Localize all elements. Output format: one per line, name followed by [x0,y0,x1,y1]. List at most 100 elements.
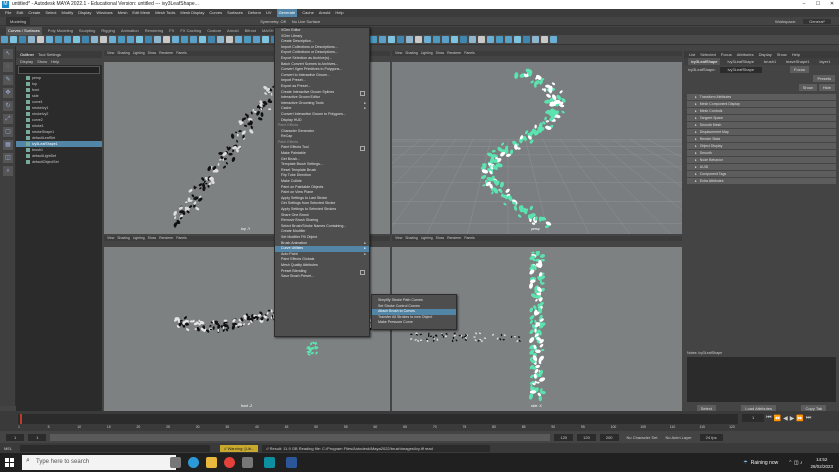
shelf-tool-icon[interactable] [433,36,440,43]
range-end-field[interactable]: 120 [554,433,574,441]
shelf-tool-icon[interactable] [262,36,269,43]
range-end3-field[interactable]: 200 [599,433,619,441]
shelf-tool-icon[interactable] [64,36,71,43]
show-button[interactable]: Show [798,84,817,91]
shelf-tool-icon[interactable] [478,36,485,43]
menu-curves[interactable]: Curves [209,9,222,17]
attr-node-tab[interactable]: ivy3LeafShape [688,58,721,65]
attr-section[interactable]: ▸ Extra Attributes [687,178,836,184]
go-end-icon[interactable]: ⏭ [806,415,811,422]
curve-utilities-item[interactable]: Make Pressure Curve [372,320,456,326]
shelf-tool-icon[interactable] [226,36,233,43]
shelf-tool-icon[interactable] [496,36,503,43]
attr-menu-focus[interactable]: Focus [721,51,732,58]
taskbar-search-input[interactable]: Type here to search [22,455,176,470]
shelf-tab-1[interactable]: Poly Modeling [48,27,73,35]
shelf-tool-icon[interactable] [100,36,107,43]
shelf-tool-icon[interactable] [55,36,62,43]
attr-section[interactable]: ▸ Smooth [687,150,836,156]
shelf-tool-icon[interactable] [541,36,548,43]
menu-edit-mesh[interactable]: Edit Mesh [132,9,150,17]
generate-menu-item[interactable]: Save Brush Preset... [275,274,369,280]
shelf-tab-10[interactable]: Bifrost [245,27,256,35]
outliner-item[interactable]: defaultObjectSet [16,159,102,165]
anim-layer-selector[interactable]: No Anim Layer [665,435,691,440]
layout-single-icon[interactable]: ▢ [3,127,13,137]
shelf-tab-0[interactable]: Curves / Surfaces [6,27,42,35]
shelf-tool-icon[interactable] [172,36,179,43]
menu-display[interactable]: Display [78,9,91,17]
shelf-tool-icon[interactable] [136,36,143,43]
shelf-tool-icon[interactable] [163,36,170,43]
select-tool-icon[interactable]: ↖ [3,49,13,59]
attr-section[interactable]: ▸ Mesh Component Display [687,101,836,107]
menu-mesh-display[interactable]: Mesh Display [180,9,204,17]
shelf-tool-icon[interactable] [127,36,134,43]
attr-menu-help[interactable]: Help [792,51,800,58]
scale-tool-icon[interactable]: ⤢ [3,114,13,124]
shelf-tab-6[interactable]: FX [169,27,174,35]
attr-menu-attributes[interactable]: Attributes [737,51,754,58]
shelf-tab-4[interactable]: Animation [121,27,139,35]
layout-two-icon[interactable]: ◫ [3,153,13,163]
go-start-icon[interactable]: ⏮ [766,415,771,422]
menu-mesh[interactable]: Mesh [118,9,128,17]
shelf-tab-8[interactable]: Custom [207,27,221,35]
menu-mesh-tools[interactable]: Mesh Tools [155,9,175,17]
lasso-tool-icon[interactable]: ◌ [3,62,13,72]
shelf-tool-icon[interactable] [397,36,404,43]
maya-taskbar-icon[interactable] [264,457,275,468]
store-icon[interactable] [242,457,253,468]
word-icon[interactable] [286,457,297,468]
menu-surfaces[interactable]: Surfaces [227,9,243,17]
attr-section[interactable]: ▸ Mesh Controls [687,108,836,114]
range-start-field[interactable]: 1 [6,433,25,441]
shelf-tab-9[interactable]: Arnold [227,27,239,35]
attr-section[interactable]: ▸ Transform Attributes [687,94,836,100]
shelf-tool-icon[interactable] [388,36,395,43]
attr-section[interactable]: ▸ Smooth Mesh [687,122,836,128]
shelf-tool-icon[interactable] [91,36,98,43]
shelf-tool-icon[interactable] [532,36,539,43]
shelf-tool-icon[interactable] [109,36,116,43]
range-end2-field[interactable]: 120 [577,433,596,441]
workspace-selector[interactable]: General* [803,19,831,24]
viewport-persp[interactable]: View Shading Lighting Show Renderer Panels per… [392,51,682,234]
attr-node-tab[interactable]: layer1 [817,58,834,65]
shelf-tab-11[interactable]: MASH [262,27,274,35]
start-button[interactable] [5,458,14,467]
maximize-button[interactable]: ☐ [811,0,825,9]
shelf-tool-icon[interactable] [487,36,494,43]
chrome-icon[interactable] [224,457,235,468]
outliner-menu-show[interactable]: Show [37,58,47,65]
cmd-input[interactable] [20,444,211,452]
shelf-tool-icon[interactable] [10,36,17,43]
mode-selector[interactable]: Modeling [6,16,31,26]
shelf-tool-icon[interactable] [217,36,224,43]
menu-help[interactable]: Help [335,9,343,17]
minimize-button[interactable]: – [797,0,811,9]
shelf-tool-icon[interactable] [460,36,467,43]
shelf-tool-icon[interactable] [523,36,530,43]
shelf-tool-icon[interactable] [415,36,422,43]
weather-text[interactable]: Raining now [751,460,779,466]
shelf-tool-icon[interactable] [442,36,449,43]
play-back-icon[interactable]: ◀ [783,415,788,422]
clock-time[interactable]: 14:52 [810,456,833,463]
file-explorer-icon[interactable] [206,457,217,468]
shelf-tab-7[interactable]: FX Caching [180,27,201,35]
character-set-selector[interactable]: No Character Set [627,435,658,440]
shelf-tool-icon[interactable] [190,36,197,43]
shelf-tool-icon[interactable] [145,36,152,43]
outliner-menu-display[interactable]: Display [20,58,33,65]
shelf-tool-icon[interactable] [244,36,251,43]
fps-selector[interactable]: 24 fps [699,433,723,441]
menu-deform[interactable]: Deform [248,9,261,17]
shelf-tool-icon[interactable] [370,36,377,43]
shelf-tool-icon[interactable] [199,36,206,43]
menu-modify[interactable]: Modify [62,9,74,17]
shelf-tool-icon[interactable] [37,36,44,43]
outliner-menu-help[interactable]: Help [51,58,59,65]
shelf-tool-icon[interactable] [28,36,35,43]
attr-menu-display[interactable]: Display [759,51,772,58]
